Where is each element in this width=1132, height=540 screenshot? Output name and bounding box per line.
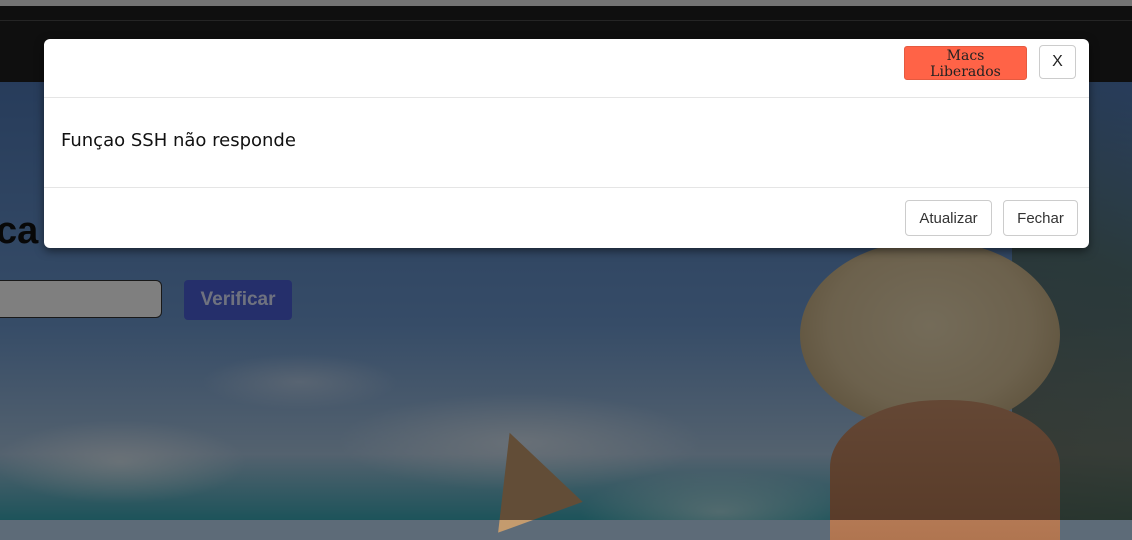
modal-body: Funçao SSH não responde	[44, 98, 1089, 188]
close-button[interactable]: Fechar	[1003, 200, 1078, 236]
refresh-button[interactable]: Atualizar	[905, 200, 992, 236]
close-x-button[interactable]: X	[1039, 45, 1076, 79]
macs-liberados-button[interactable]: Macs Liberados	[904, 46, 1027, 80]
modal-message: Funçao SSH não responde	[61, 130, 296, 151]
modal-dialog: Macs Liberados X Funçao SSH não responde…	[44, 39, 1089, 248]
modal-header: Macs Liberados X	[44, 39, 1089, 98]
